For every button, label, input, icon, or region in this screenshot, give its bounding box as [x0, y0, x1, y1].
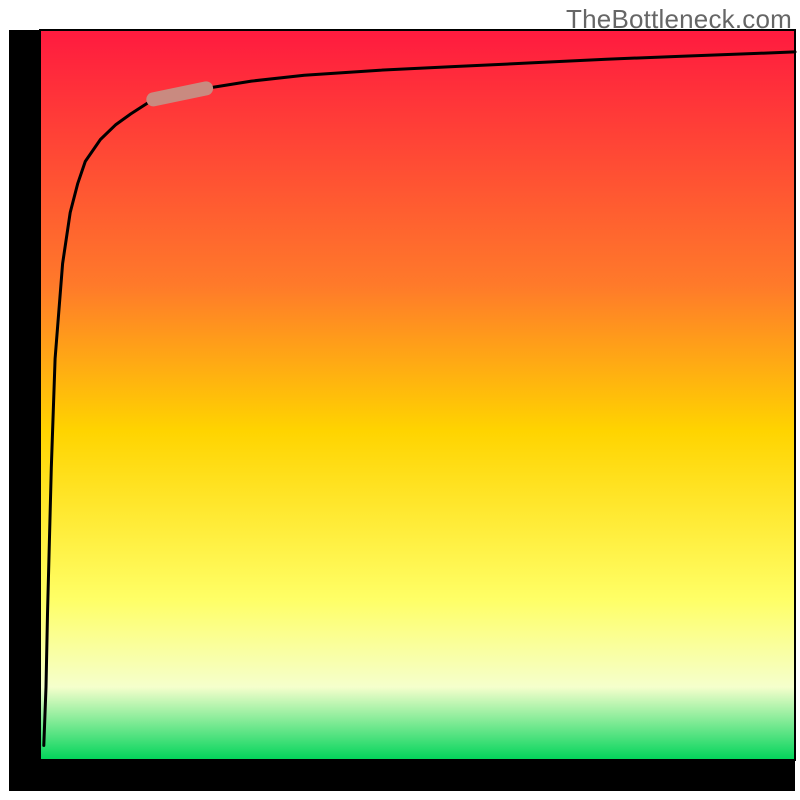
plot-background [40, 30, 795, 760]
x-axis-bar [9, 760, 795, 791]
chart-container: TheBottleneck.com [0, 0, 800, 800]
watermark-text: TheBottleneck.com [566, 4, 792, 35]
y-axis-bar [9, 30, 40, 770]
chart-svg [0, 0, 800, 800]
